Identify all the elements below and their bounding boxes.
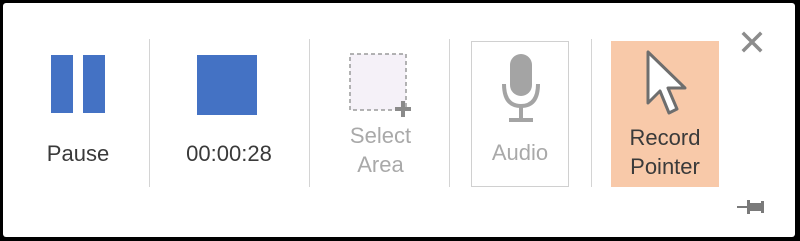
audio-label: Audio: [491, 140, 549, 165]
select-area-button[interactable]: Select Area: [323, 39, 438, 187]
pointer-icon: [646, 50, 687, 115]
stop-button[interactable]: 00:00:28: [163, 39, 295, 187]
select-area-icon: [349, 53, 411, 117]
record-pointer-label: Record Pointer: [629, 125, 701, 179]
pause-button[interactable]: Pause: [13, 39, 143, 187]
audio-button[interactable]: Audio: [471, 41, 569, 187]
pin-icon[interactable]: [737, 199, 765, 215]
microphone-icon: [502, 54, 540, 122]
divider: [149, 39, 150, 187]
divider: [591, 39, 592, 187]
record-pointer-button[interactable]: Record Pointer: [611, 41, 719, 187]
close-icon[interactable]: [741, 31, 763, 53]
divider: [309, 39, 310, 187]
recording-time: 00:00:28: [186, 141, 272, 166]
select-area-label: Select Area: [349, 123, 412, 177]
stop-icon: [197, 55, 257, 115]
pause-label: Pause: [46, 141, 110, 166]
recording-toolbar: Pause 00:00:28 Select Area Audio Record …: [3, 3, 795, 237]
pause-icon: [51, 55, 105, 113]
divider: [449, 39, 450, 187]
